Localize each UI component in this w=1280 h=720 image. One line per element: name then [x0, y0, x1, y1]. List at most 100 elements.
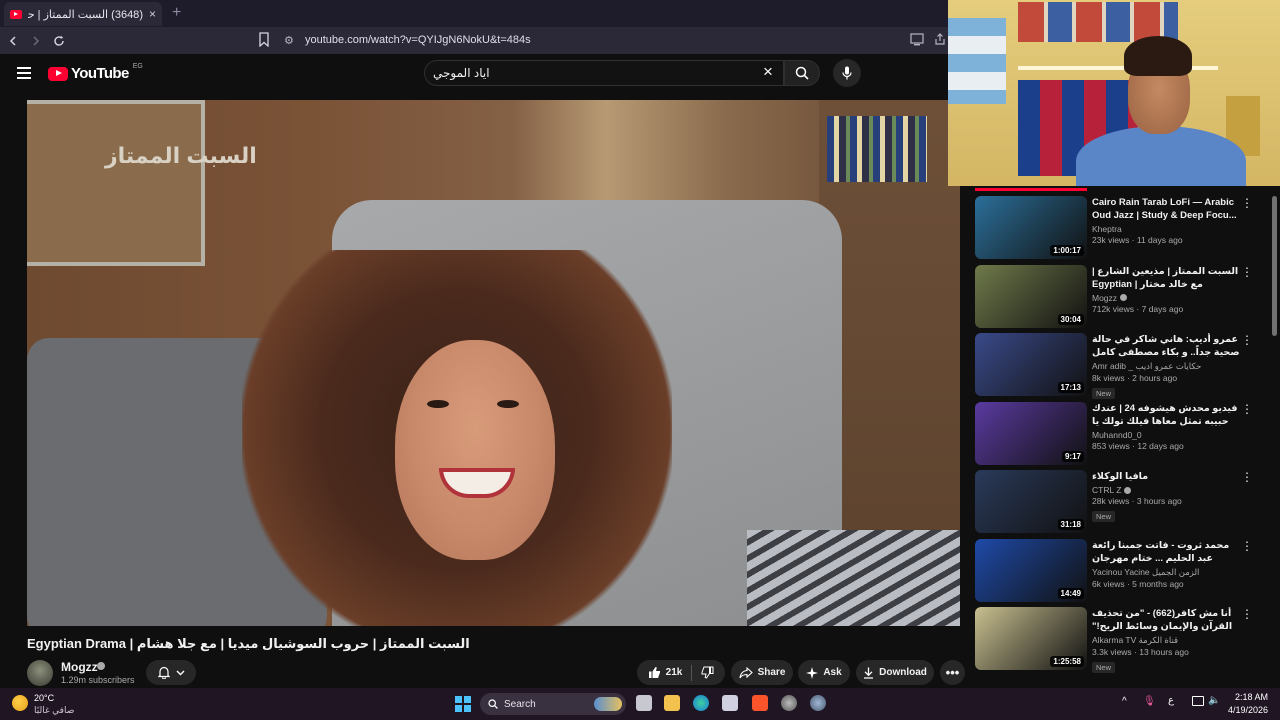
recommended-channel-name[interactable]: Yacinou Yacine الزمن الجميل [1092, 567, 1199, 578]
video-player[interactable]: السبت الممتاز [27, 100, 960, 626]
download-label: Download [879, 667, 927, 678]
video-options-menu-icon[interactable]: ⋮ [1241, 402, 1253, 416]
taskbar-search-label: Search [504, 698, 536, 710]
edge-browser-icon[interactable] [693, 695, 709, 711]
sidebar-scrollbar[interactable] [1272, 196, 1277, 336]
forward-arrow-icon[interactable] [26, 31, 46, 51]
recommended-video-item[interactable]: 1:25:58 أنا مش كافر(662) - "من تحذيف القر… [975, 607, 1275, 673]
recommended-channel-name[interactable]: Muhannd0_0 [1092, 430, 1142, 440]
windows-start-icon[interactable] [455, 696, 471, 712]
video-meta: محمد ثروت - فاتت جمبنا رائعة عبد الحليم … [1092, 539, 1240, 589]
new-tab-button[interactable]: + [172, 4, 181, 22]
webcam-overlay [948, 0, 1280, 186]
recommended-views-age: 28k views · 3 hours ago [1092, 496, 1182, 506]
video-options-menu-icon[interactable]: ⋮ [1241, 539, 1253, 553]
back-arrow-icon[interactable] [3, 31, 23, 51]
recommended-channel-name[interactable]: CTRL Z [1092, 485, 1121, 495]
more-actions-button[interactable]: ••• [940, 660, 965, 685]
video-duration: 30:04 [1057, 313, 1084, 325]
settings-gear-icon[interactable] [810, 695, 826, 711]
recommended-video-item[interactable]: 1:00:17 Cairo Rain Tarab LoFi — Arabic Ou… [975, 196, 1275, 260]
video-options-menu-icon[interactable]: ⋮ [1241, 333, 1253, 347]
recommended-video-title[interactable]: فيديو محدش هيشوفه 24 | عندك حبيبه تمثل م… [1092, 402, 1240, 428]
watched-progress-bar [975, 188, 1087, 191]
download-button[interactable]: Download [856, 660, 934, 685]
weather-sun-icon[interactable] [12, 695, 28, 711]
task-view-icon[interactable] [636, 695, 652, 711]
recommended-video-item[interactable]: 31:18 مافيا الوكلاء CTRL Z 28k views · 3 ho… [975, 470, 1275, 534]
video-thumbnail[interactable]: 31:18 [975, 470, 1087, 533]
new-badge: New [1092, 662, 1116, 673]
video-thumbnail[interactable]: 14:49 [975, 538, 1087, 602]
recommended-views-age: 853 views · 12 days ago [1092, 440, 1184, 451]
channel-avatar[interactable] [27, 660, 53, 686]
recommended-channel-name[interactable]: Mogzz [1092, 293, 1117, 303]
reader-mode-icon[interactable] [910, 33, 924, 46]
tray-overflow-chevron-icon[interactable]: ^ [1122, 696, 1127, 707]
clear-search-icon[interactable]: × [763, 63, 773, 80]
clock-time[interactable]: 2:18 AM [1228, 692, 1268, 702]
youtube-play-logo-icon [48, 66, 68, 81]
brave-browser-icon[interactable] [752, 695, 768, 711]
recommended-channel-row: Amr adib _ حكايات عمرو اديب [1092, 361, 1240, 372]
video-options-menu-icon[interactable]: ⋮ [1241, 607, 1253, 621]
site-settings-icon[interactable]: ⚙ [284, 34, 294, 47]
weather-temperature[interactable]: 20°C [34, 693, 54, 703]
tab-close-icon[interactable]: × [149, 7, 156, 21]
keyboard-language-indicator[interactable]: ع [1168, 695, 1174, 706]
video-duration: 31:18 [1057, 519, 1084, 530]
share-button[interactable]: Share [731, 660, 793, 685]
notification-bell-button[interactable] [146, 660, 196, 685]
weather-description[interactable]: صافي غالبًا [34, 705, 74, 716]
ask-label: Ask [823, 667, 842, 678]
browser-tab-active[interactable]: (3648) السبت الممتاز | حروب السوشيال ميد… [4, 2, 162, 26]
recommended-channel-name[interactable]: Amr adib _ حكايات عمرو اديب [1092, 361, 1201, 372]
recommended-channel-name[interactable]: Alkarma TV قناة الكرمة [1092, 635, 1178, 646]
video-duration: 1:00:17 [1050, 245, 1084, 256]
recommended-video-item[interactable]: 30:04 السبت الممتاز | مذيعين الشارع | مع … [975, 264, 1275, 329]
recommended-video-title[interactable]: مافيا الوكلاء [1092, 470, 1240, 483]
bell-icon [157, 666, 170, 679]
recommended-video-title[interactable]: محمد ثروت - فاتت جمبنا رائعة عبد الحليم … [1092, 539, 1240, 565]
ask-button[interactable]: Ask [798, 660, 850, 685]
recommended-video-item[interactable]: 17:13 عمرو أديب: هاني شاكر في حالة صحية ج… [975, 333, 1275, 399]
bookmark-icon[interactable] [258, 32, 270, 47]
network-icon[interactable] [1192, 696, 1204, 706]
dislike-thumb-icon[interactable] [701, 666, 714, 679]
video-options-menu-icon[interactable]: ⋮ [1241, 470, 1253, 484]
recommended-video-title[interactable]: عمرو أديب: هاني شاكر في حالة صحية جداً..… [1092, 333, 1240, 359]
video-thumbnail[interactable]: 1:25:58 [975, 607, 1087, 670]
youtube-logo[interactable]: YouTube EG [48, 63, 143, 82]
clock-date[interactable]: 4/19/2026 [1218, 705, 1268, 715]
video-options-menu-icon[interactable]: ⋮ [1241, 196, 1253, 210]
recommended-video-title[interactable]: السبت الممتاز | مذيعين الشارع | مع خالد … [1092, 265, 1240, 291]
share-page-icon[interactable] [934, 33, 946, 45]
like-thumb-icon[interactable] [648, 666, 661, 679]
store-icon[interactable] [722, 695, 738, 711]
webcam-person-hair [1124, 36, 1192, 76]
file-explorer-icon[interactable] [664, 695, 680, 711]
recommended-video-item[interactable]: 14:49 محمد ثروت - فاتت جمبنا رائعة عبد ال… [975, 538, 1275, 603]
video-duration: 1:25:58 [1050, 656, 1084, 667]
url-field[interactable]: youtube.com/watch?v=QYIJgN6NokU&t=484s [298, 30, 898, 51]
video-thumbnail[interactable]: 9:17 [975, 401, 1087, 465]
video-thumbnail[interactable]: 17:13 [975, 333, 1087, 396]
subscriber-count: 1.29m subscribers [61, 675, 135, 685]
voice-search-button[interactable] [833, 59, 861, 87]
channel-name[interactable]: Mogzz [61, 660, 98, 674]
search-button[interactable] [784, 60, 820, 86]
video-options-menu-icon[interactable]: ⋮ [1241, 265, 1253, 279]
hamburger-menu-icon[interactable] [17, 67, 31, 79]
tray-microphone-icon[interactable]: 🎙 [1143, 696, 1156, 707]
recommended-video-title[interactable]: Cairo Rain Tarab LoFi — Arabic Oud Jazz … [1092, 196, 1240, 222]
taskbar-search[interactable]: Search [480, 693, 626, 715]
recommended-channel-name[interactable]: Kheptra [1092, 224, 1122, 234]
like-count[interactable]: 21k [666, 667, 683, 678]
recommended-video-item[interactable]: 9:17 فيديو محدش هيشوفه 24 | عندك حبيبه تم… [975, 401, 1275, 466]
recommended-video-title[interactable]: أنا مش كافر(662) - "من تحذيف القرآن والإ… [1092, 607, 1240, 633]
reload-icon[interactable] [49, 31, 69, 51]
video-thumbnail[interactable]: 1:00:17 [975, 196, 1087, 259]
video-thumbnail[interactable]: 30:04 [975, 264, 1087, 328]
search-input[interactable]: اياد الموجي [424, 60, 784, 86]
obs-app-icon[interactable] [781, 695, 797, 711]
